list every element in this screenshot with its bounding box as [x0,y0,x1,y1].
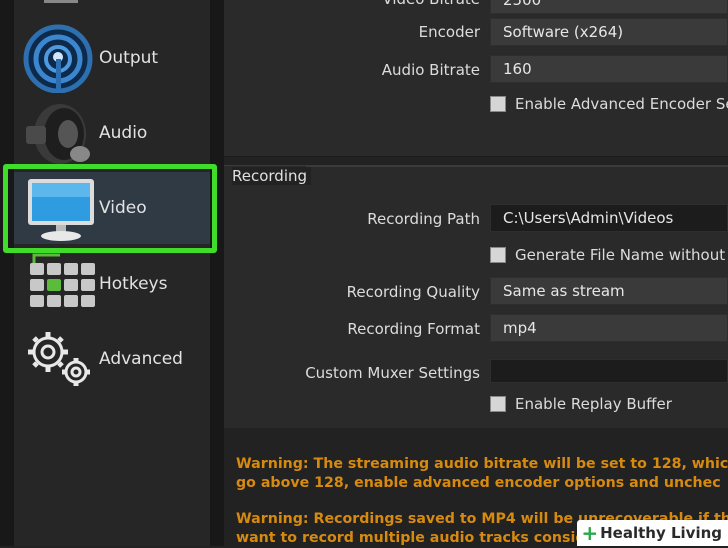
replay-buffer-checkbox-row[interactable]: Enable Replay Buffer [490,393,728,415]
sidebar-item-video[interactable]: Video [14,172,210,244]
video-bitrate-field[interactable]: 2500 [490,0,728,14]
advanced-encoder-label: Enable Advanced Encoder Sett [515,95,728,113]
custom-muxer-input[interactable] [490,359,728,383]
recording-format-label: Recording Format [347,320,480,338]
warning-line: go above 128, enable advanced encoder op… [236,475,721,491]
plus-icon: + [581,521,599,545]
no-space-checkbox[interactable] [490,247,506,263]
settings-main: Video Bitrate 2500 Encoder Software (x26… [224,0,728,546]
advanced-encoder-checkbox[interactable] [490,96,506,112]
speaker-icon [26,104,90,164]
sidebar-item-label: Video [99,198,147,218]
no-space-checkbox-row[interactable]: Generate File Name without Sp [490,244,728,266]
gears-icon [28,332,90,386]
group-divider [306,166,728,167]
sidebar-item-output[interactable]: Output [14,22,210,94]
warning-line: Warning: The streaming audio bitrate wil… [236,456,728,472]
network-icon [44,0,78,3]
sidebar-item-stream[interactable] [14,0,210,10]
video-bitrate-label: Video Bitrate [382,0,480,8]
healthy-living-watermark: + Healthy Living [577,520,728,546]
sidebar-item-label: Audio [99,123,148,143]
no-space-label: Generate File Name without Sp [515,246,728,264]
audio-bitrate-select[interactable]: 160 [490,55,728,83]
recording-quality-select[interactable]: Same as stream [490,277,728,305]
watermark-text: Healthy Living [600,524,722,542]
recording-group-title: Recording [232,167,312,185]
sidebar-item-audio[interactable]: Audio [14,97,210,169]
recording-format-select[interactable]: mp4 [490,314,728,342]
sidebar-item-label: Output [99,48,159,68]
monitor-icon [28,179,94,241]
sidebar-item-label: Hotkeys [99,274,168,294]
encoder-select[interactable]: Software (x264) [490,18,728,46]
output-broadcast-icon [23,24,93,93]
custom-muxer-label: Custom Muxer Settings [305,364,480,382]
keyboard-icon [30,253,95,307]
audio-bitrate-label: Audio Bitrate [381,61,480,79]
replay-buffer-label: Enable Replay Buffer [515,395,672,413]
recording-path-label: Recording Path [367,210,480,228]
sidebar-item-label: Advanced [99,349,183,369]
replay-buffer-checkbox[interactable] [490,396,506,412]
recording-path-input[interactable]: C:\Users\Admin\Videos [490,204,728,232]
encoder-label: Encoder [418,23,480,41]
recording-quality-label: Recording Quality [346,283,480,301]
sidebar-item-advanced[interactable]: Advanced [14,323,210,395]
advanced-encoder-checkbox-row[interactable]: Enable Advanced Encoder Sett [490,93,728,115]
sidebar-item-hotkeys[interactable]: Hotkeys [14,248,210,320]
